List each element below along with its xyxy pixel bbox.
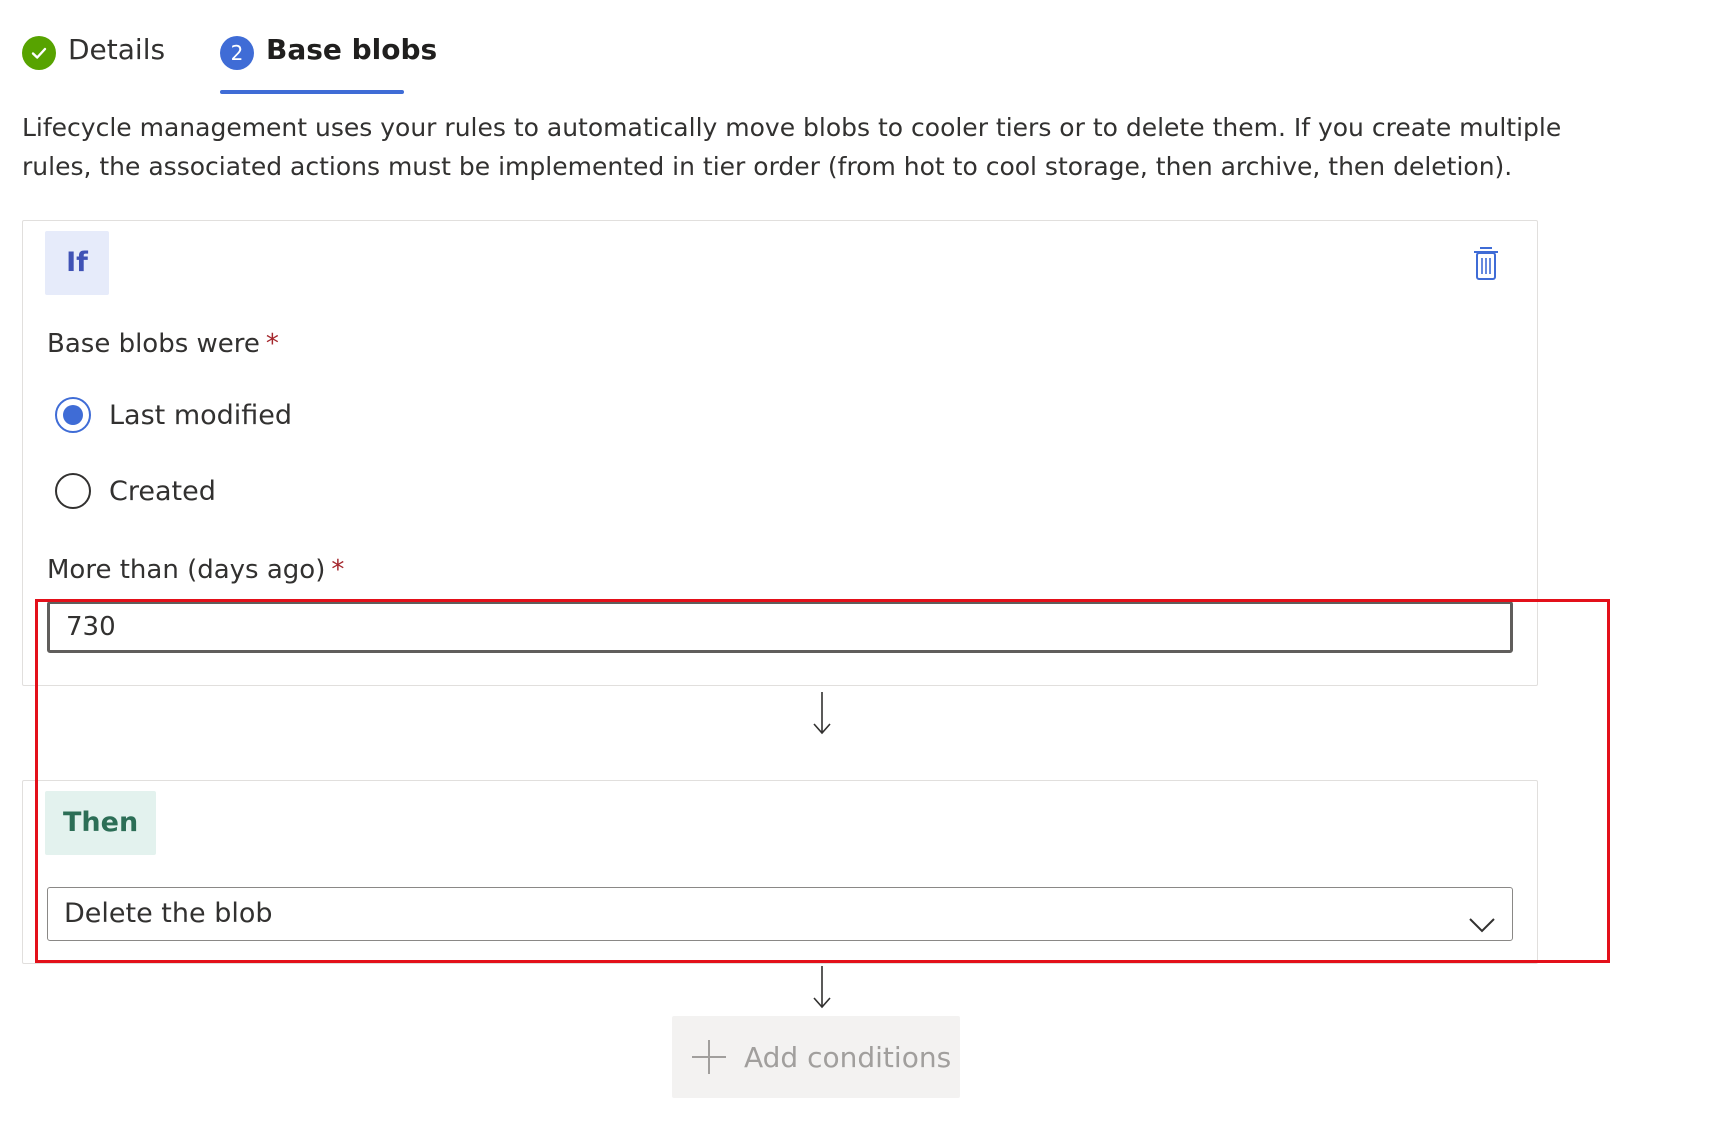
tab-base-blobs-label: Base blobs — [266, 33, 438, 66]
required-mark: * — [265, 329, 279, 359]
tab-base-blobs[interactable]: 2 Base blobs — [220, 30, 438, 94]
arrow-down-icon — [810, 964, 834, 1010]
trash-icon[interactable] — [1469, 243, 1503, 283]
page: Details 2 Base blobs Lifecycle managemen… — [0, 0, 1714, 1127]
then-card: Then Delete the blob — [22, 780, 1538, 964]
radio-last-modified-label: Last modified — [109, 399, 293, 431]
arrow-down-icon — [810, 690, 834, 736]
radio-button-checked[interactable] — [55, 397, 91, 433]
radio-created[interactable]: Created — [55, 473, 216, 509]
radio-button-unchecked[interactable] — [55, 473, 91, 509]
description-text: Lifecycle management uses your rules to … — [22, 113, 1562, 181]
add-conditions-button[interactable]: Add conditions — [672, 1016, 960, 1098]
radio-created-label: Created — [109, 475, 216, 507]
required-mark: * — [331, 555, 345, 585]
wizard-tabs: Details 2 Base blobs — [22, 30, 522, 94]
active-tab-indicator — [220, 90, 404, 94]
tab-details-label: Details — [68, 33, 166, 66]
days-input[interactable]: 730 — [47, 601, 1513, 653]
days-label: More than (days ago) * — [47, 555, 345, 585]
check-icon — [22, 36, 56, 70]
step-number-badge: 2 — [220, 36, 254, 70]
action-select[interactable]: Delete the blob — [47, 887, 1513, 941]
plus-icon — [690, 1038, 728, 1076]
if-badge: If — [45, 231, 109, 295]
if-card: If Base blobs were * Last modified Create… — [22, 220, 1538, 686]
then-badge: Then — [45, 791, 157, 855]
tab-details[interactable]: Details — [22, 30, 165, 92]
base-blobs-label: Base blobs were * — [47, 329, 279, 359]
add-conditions-label: Add conditions — [744, 1040, 952, 1074]
action-select-value: Delete the blob — [64, 898, 273, 929]
radio-last-modified[interactable]: Last modified — [55, 397, 292, 433]
chevron-down-icon — [1466, 902, 1498, 933]
